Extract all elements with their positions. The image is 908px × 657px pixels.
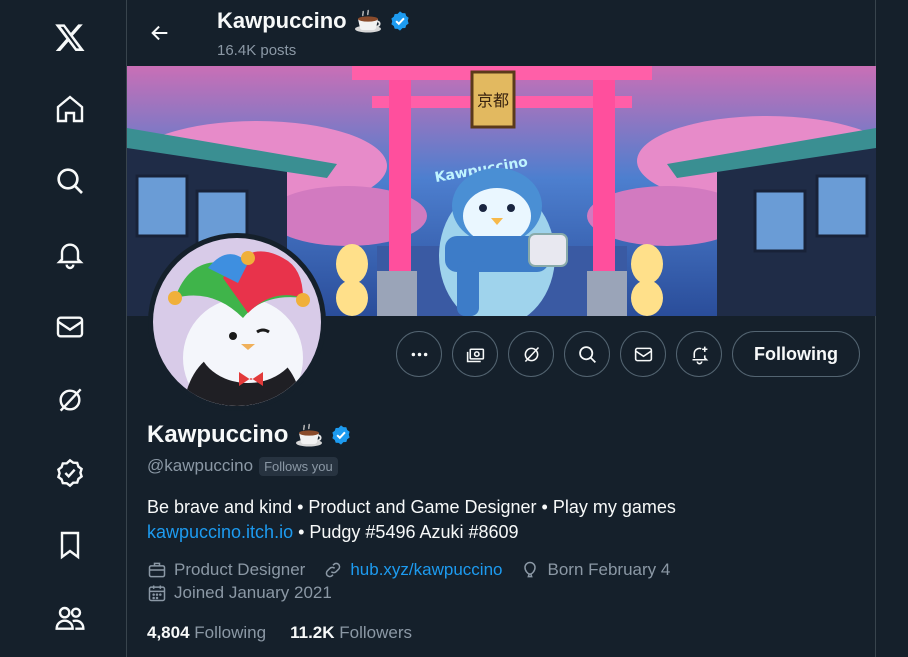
more-button[interactable]: [396, 331, 442, 377]
message-button[interactable]: [620, 331, 666, 377]
bio-line-1: Be brave and kind • Product and Game Des…: [147, 497, 676, 517]
bell-plus-icon: [692, 346, 708, 364]
bio-link[interactable]: kawpuccino.itch.io: [147, 522, 293, 542]
post-count: 16.4K posts: [217, 42, 297, 59]
grok-icon[interactable]: [45, 375, 95, 425]
grok-icon: [524, 346, 539, 362]
birthday-item: Born February 4: [520, 560, 670, 580]
following-button[interactable]: Following: [732, 331, 860, 377]
left-nav: [0, 0, 127, 657]
profile-column: Kawpuccino 16.4K posts 京都 Kawpuccino Fol…: [127, 0, 876, 657]
profile-joined-row: Joined January 2021: [147, 583, 350, 603]
verified-icon[interactable]: [45, 448, 95, 498]
search-posts-button[interactable]: [564, 331, 610, 377]
verified-badge-icon: [389, 10, 411, 32]
more-icon: [411, 352, 427, 356]
website-item[interactable]: hub.xyz/kawpuccino: [323, 560, 502, 580]
link-icon: [326, 562, 341, 578]
notifications-icon[interactable]: [45, 229, 95, 279]
money-icon: [466, 347, 484, 362]
profile-avatar[interactable]: [148, 233, 326, 411]
following-stat[interactable]: 4,804 Following: [147, 623, 266, 643]
search-icon: [578, 345, 596, 363]
verified-badge-icon[interactable]: [330, 424, 352, 446]
back-arrow-icon[interactable]: [145, 18, 175, 48]
coffee-cup-icon: [353, 8, 383, 34]
header-title: Kawpuccino: [217, 8, 411, 34]
profession-text: Product Designer: [174, 560, 306, 579]
profile-actions: Following: [396, 331, 860, 377]
following-label: Following: [194, 623, 267, 642]
bio-line-2-text: • Pudgy #5496 Azuki #8609: [293, 522, 519, 542]
profession-item: Product Designer: [147, 560, 305, 580]
followers-stat[interactable]: 11.2K Followers: [290, 623, 412, 643]
x-logo-icon[interactable]: [45, 12, 95, 62]
messages-icon[interactable]: [45, 302, 95, 352]
grok-button[interactable]: [508, 331, 554, 377]
search-icon[interactable]: [45, 156, 95, 206]
profile-bio: Be brave and kind • Product and Game Des…: [147, 495, 847, 545]
notify-button[interactable]: [676, 331, 722, 377]
communities-icon[interactable]: [45, 593, 95, 643]
profile-meta-row: Product Designer hub.xyz/kawpuccino Born…: [147, 560, 688, 580]
coffee-cup-icon: [294, 422, 324, 448]
briefcase-icon: [148, 562, 166, 578]
profile-handle: @kawpuccino: [147, 456, 254, 475]
gate-plaque-text: 京都: [477, 91, 509, 110]
joined-item: Joined January 2021: [147, 583, 332, 603]
home-icon[interactable]: [45, 84, 95, 134]
following-count: 4,804: [147, 623, 190, 642]
profile-name-row: Kawpuccino: [147, 421, 352, 449]
bookmarks-icon[interactable]: [45, 520, 95, 570]
bio-line-2: kawpuccino.itch.io • Pudgy #5496 Azuki #…: [147, 520, 847, 545]
follow-stats: 4,804 Following 11.2K Followers: [147, 623, 412, 643]
birthday-text: Born February 4: [547, 560, 671, 579]
header-name: Kawpuccino: [217, 8, 347, 33]
subscribe-button[interactable]: [452, 331, 498, 377]
handle-row: @kawpuccino Follows you: [147, 456, 338, 476]
profile-name: Kawpuccino: [147, 421, 289, 448]
website-link[interactable]: hub.xyz/kawpuccino: [350, 560, 502, 580]
balloon-icon: [524, 561, 537, 578]
profile-header-bar: Kawpuccino 16.4K posts: [127, 0, 876, 66]
follows-you-badge: Follows you: [259, 456, 338, 476]
mail-icon: [634, 347, 652, 361]
followers-label: Followers: [339, 623, 413, 642]
joined-text: Joined January 2021: [174, 583, 332, 602]
followers-count: 11.2K: [290, 623, 335, 642]
calendar-icon: [148, 585, 166, 602]
